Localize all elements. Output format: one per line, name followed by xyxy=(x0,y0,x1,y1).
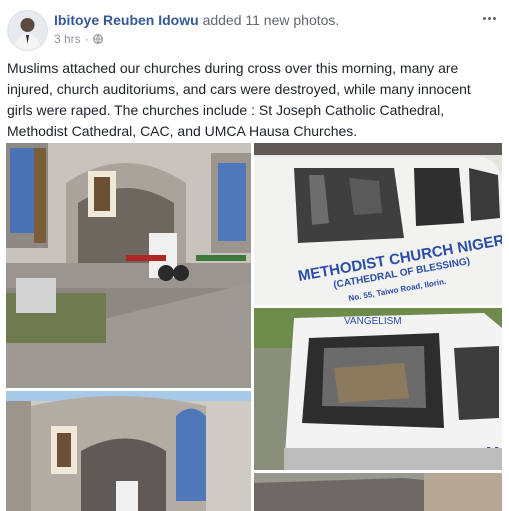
post-header: Ibitoye Reuben Idowu added 11 new photos… xyxy=(0,0,509,54)
photo-van-rear[interactable]: VANGELISM M xyxy=(254,308,502,470)
globe-icon[interactable] xyxy=(92,34,103,44)
photo-grid: METHODIST CHURCH NIGERIA (CATHEDRAL OF B… xyxy=(6,143,502,511)
post-meta: 3 hrs · xyxy=(54,32,103,46)
author-avatar[interactable] xyxy=(7,10,48,51)
van-text-4: VANGELISM xyxy=(344,316,402,327)
more-options-icon[interactable] xyxy=(479,10,499,26)
photo-church-second[interactable] xyxy=(6,391,251,511)
meta-separator: · xyxy=(84,32,89,46)
avatar-photo-icon xyxy=(8,11,47,50)
post-action: added 11 new photos. xyxy=(202,12,340,28)
post-body: Muslims attached our churches during cro… xyxy=(7,60,471,139)
photo-partial-bottom[interactable] xyxy=(254,473,502,511)
post-time[interactable]: 3 hrs xyxy=(54,32,81,46)
photo-church-front[interactable] xyxy=(6,143,251,388)
photo-van-side[interactable]: METHODIST CHURCH NIGERIA (CATHEDRAL OF B… xyxy=(254,143,502,305)
author-name[interactable]: Ibitoye Reuben Idowu xyxy=(54,12,199,28)
post-title-line: Ibitoye Reuben Idowu added 11 new photos… xyxy=(54,12,339,28)
